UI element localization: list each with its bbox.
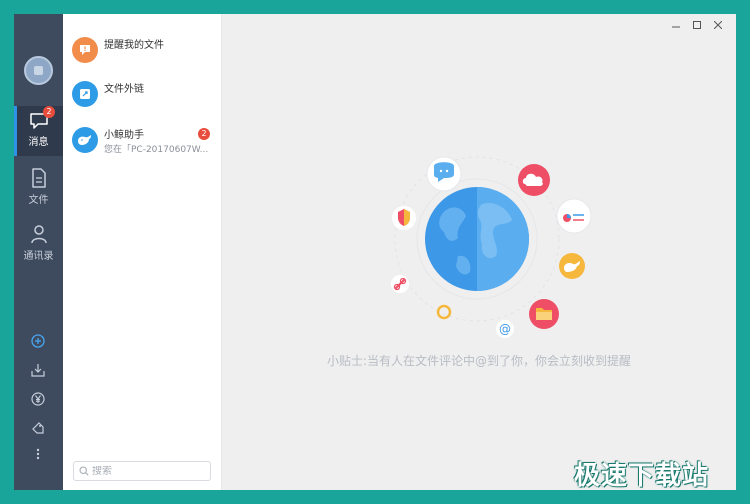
search-box [73, 461, 211, 481]
minimize-button[interactable] [665, 17, 686, 33]
search-icon [79, 466, 89, 476]
add-button[interactable] [29, 332, 47, 350]
conversation-title: 文件外链 [104, 84, 144, 95]
left-nav: 消息 2 文件 通讯录 [14, 14, 63, 490]
conversation-title: 小鲸助手 [104, 130, 144, 141]
window-controls [665, 17, 728, 33]
main-panel: @ 小贴士:当有人在文件评论中@到了你，你会立刻收到提醒 [222, 14, 736, 490]
close-icon [713, 21, 722, 29]
tip-text: 小贴士:当有人在文件评论中@到了你，你会立刻收到提醒 [326, 354, 632, 368]
conversation-title: 提醒我的文件 [104, 40, 164, 51]
close-button[interactable] [707, 17, 728, 33]
list-item-reminder-files[interactable]: 提醒我的文件 [63, 28, 222, 72]
conversation-preview: 您在「PC-20170607W... [104, 145, 209, 155]
globe-illustration: @ [391, 156, 592, 338]
search-input[interactable] [92, 465, 202, 477]
maximize-button[interactable] [686, 17, 707, 33]
more-button[interactable] [29, 445, 47, 463]
nav-item-files[interactable]: 文件 [14, 162, 63, 212]
messages-badge: 2 [43, 106, 55, 118]
download-button[interactable] [29, 361, 47, 379]
list-item-whale-assistant[interactable]: 小鲸助手 您在「PC-20170607W... 2 [63, 118, 222, 162]
nav-item-messages[interactable]: 消息 2 [14, 106, 63, 156]
unread-badge: 2 [198, 128, 210, 140]
link-icon [72, 81, 98, 107]
svg-text:@: @ [499, 322, 511, 336]
contacts-icon [30, 225, 47, 244]
yen-button[interactable] [29, 390, 47, 408]
watermark-text: 极速下载站 [574, 461, 710, 491]
minimize-icon [671, 26, 680, 28]
app-window: 消息 2 文件 通讯录 提醒我的文件 文件外链 小鲸助手 您在「PC-20170… [14, 14, 736, 490]
nav-files-label: 文件 [28, 195, 49, 206]
tag-button[interactable] [29, 419, 47, 437]
user-avatar[interactable] [24, 56, 53, 85]
maximize-icon [692, 21, 701, 29]
reminder-icon [72, 37, 98, 63]
whale-icon [72, 127, 98, 153]
nav-messages-label: 消息 [28, 137, 49, 148]
conversation-list: 提醒我的文件 文件外链 小鲸助手 您在「PC-20170607W... 2 [63, 14, 222, 490]
nav-contacts-label: 通讯录 [23, 251, 54, 262]
file-icon [31, 168, 46, 188]
list-item-file-links[interactable]: 文件外链 [63, 72, 222, 116]
yen-icon [31, 392, 45, 406]
add-circle-icon [31, 334, 45, 348]
more-icon [36, 448, 40, 460]
tag-icon [32, 422, 44, 434]
nav-item-contacts[interactable]: 通讯录 [14, 218, 63, 268]
download-icon [31, 364, 45, 377]
